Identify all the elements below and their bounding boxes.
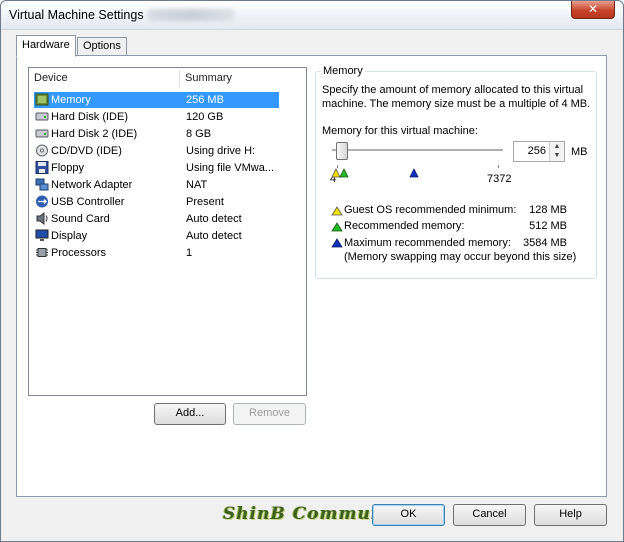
device-row-sound-card[interactable]: Sound Card Auto detect — [34, 211, 279, 227]
device-row-network-adapter[interactable]: Network Adapter NAT — [34, 177, 279, 193]
recommended-marker-icon — [339, 168, 349, 178]
cd-dvd-icon — [36, 144, 48, 157]
device-summary: Auto detect — [186, 213, 242, 225]
memory-group-label: Memory — [321, 65, 365, 77]
device-name: Sound Card — [51, 213, 110, 225]
device-row-processors[interactable]: Processors 1 — [34, 245, 279, 261]
device-summary: Auto detect — [186, 230, 242, 242]
spin-up-icon[interactable]: ▲ — [550, 142, 564, 151]
legend-recommended-value: 512 MB — [529, 220, 567, 232]
window-title: Virtual Machine Settings — [9, 8, 144, 22]
usb-icon — [36, 195, 48, 208]
device-list[interactable]: Device Summary Memory 256 MB Hard Disk (… — [28, 67, 307, 396]
legend-markers — [331, 206, 343, 248]
device-summary: Present — [186, 196, 224, 208]
device-summary: 120 GB — [186, 111, 224, 123]
hard-disk-icon — [35, 112, 49, 121]
device-row-cd-dvd[interactable]: CD/DVD (IDE) Using drive H: — [34, 143, 279, 159]
memory-size-value[interactable]: 256 — [528, 145, 546, 157]
legend-minimum-value: 128 MB — [529, 204, 567, 216]
add-device-button[interactable]: Add... — [154, 403, 226, 425]
device-name: CD/DVD (IDE) — [51, 145, 122, 157]
memory-swap-note: (Memory swapping may occur beyond this s… — [344, 251, 577, 263]
slider-tick — [498, 165, 499, 168]
device-name: Floppy — [51, 162, 85, 174]
recommended-legend-icon — [331, 222, 343, 232]
minimum-marker-icon — [331, 168, 341, 178]
device-name: Network Adapter — [51, 179, 133, 191]
settings-window: Virtual Machine Settings ✕ Hardware Opti… — [0, 0, 624, 542]
device-name: Processors — [51, 247, 107, 259]
maximum-legend-icon — [331, 238, 343, 248]
memory-slider-thumb[interactable] — [336, 142, 348, 160]
device-name: Memory — [51, 94, 91, 106]
hard-disk-icon — [35, 129, 49, 138]
legend-minimum-label: Guest OS recommended minimum: — [344, 204, 517, 216]
slider-max-label: 7372 — [487, 173, 512, 185]
tab-options[interactable]: Options — [77, 37, 127, 57]
minimum-legend-icon — [331, 206, 343, 216]
column-header-device[interactable]: Device — [34, 72, 68, 84]
ok-button[interactable]: OK — [372, 504, 445, 526]
memory-description: Specify the amount of memory allocated t… — [322, 84, 591, 110]
device-row-floppy[interactable]: Floppy Using file VMwa... — [34, 160, 279, 176]
device-summary: 256 MB — [186, 94, 224, 106]
device-summary: Using file VMwa... — [186, 162, 275, 174]
memory-unit-label: MB — [571, 146, 588, 158]
tab-hardware[interactable]: Hardware — [16, 35, 76, 57]
memory-icon — [35, 93, 49, 106]
spin-down-icon[interactable]: ▼ — [550, 151, 564, 160]
device-row-hard-disk-2[interactable]: Hard Disk 2 (IDE) 8 GB — [34, 126, 279, 142]
floppy-icon — [35, 161, 49, 174]
device-row-usb-controller[interactable]: USB Controller Present — [34, 194, 279, 210]
help-button[interactable]: Help — [534, 504, 607, 526]
blurred-title-suffix — [147, 9, 235, 21]
device-summary: Using drive H: — [186, 145, 256, 157]
column-divider — [179, 70, 180, 87]
device-name: Hard Disk (IDE) — [51, 111, 129, 123]
device-name: USB Controller — [51, 196, 125, 208]
memory-size-spinner[interactable]: 256 ▲ ▼ — [513, 141, 565, 162]
device-name: Display — [51, 230, 88, 242]
device-summary: 1 — [186, 247, 193, 259]
legend-maximum-value: 3584 MB — [522, 237, 567, 249]
device-summary: NAT — [186, 179, 208, 191]
column-header-summary[interactable]: Summary — [185, 72, 232, 84]
sound-card-icon — [36, 212, 48, 225]
legend-maximum-label: Maximum recommended memory: — [344, 237, 511, 249]
memory-slider-track[interactable] — [332, 149, 503, 152]
device-summary: 8 GB — [186, 128, 212, 140]
device-row-memory[interactable]: Memory 256 MB — [34, 92, 279, 108]
title-bar[interactable]: Virtual Machine Settings ✕ — [1, 1, 623, 30]
close-button[interactable]: ✕ — [571, 1, 615, 19]
spinner-buttons: ▲ ▼ — [549, 142, 564, 161]
network-adapter-icon — [35, 178, 49, 191]
device-row-display[interactable]: Display Auto detect — [34, 228, 279, 244]
memory-field-label: Memory for this virtual machine: — [322, 125, 478, 137]
cancel-button[interactable]: Cancel — [453, 504, 526, 526]
remove-device-button[interactable]: Remove — [233, 403, 306, 425]
device-name: Hard Disk 2 (IDE) — [51, 128, 138, 140]
slider-markers — [331, 168, 419, 178]
display-icon — [35, 229, 49, 241]
legend-recommended-label: Recommended memory: — [344, 220, 465, 232]
processor-icon — [36, 248, 48, 257]
maximum-marker-icon — [409, 168, 419, 178]
device-row-hard-disk[interactable]: Hard Disk (IDE) 120 GB — [34, 109, 279, 125]
